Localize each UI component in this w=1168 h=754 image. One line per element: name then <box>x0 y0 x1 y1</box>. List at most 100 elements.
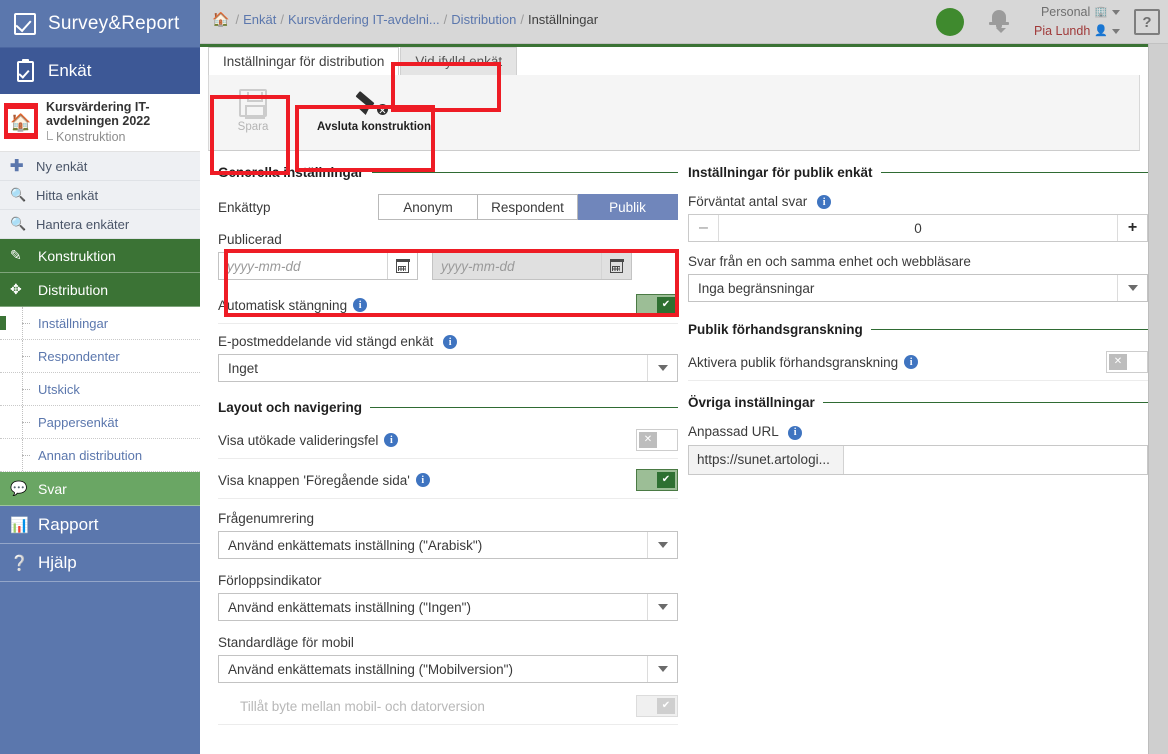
help-button[interactable]: ? <box>1134 9 1160 35</box>
app-logo[interactable]: Survey&Report <box>0 0 200 48</box>
info-icon[interactable]: i <box>443 335 458 350</box>
prev-button-label: Visa knappen 'Föregående sida' <box>218 472 410 488</box>
org-icon: 🏢 <box>1094 6 1108 18</box>
notifications-button[interactable] <box>984 2 1018 42</box>
chevron-down-icon[interactable] <box>647 532 677 559</box>
custom-url-group: Anpassad URL i https://sunet.artologi... <box>688 424 1148 475</box>
expected-answers-value[interactable]: 0 <box>719 215 1117 241</box>
home-icon[interactable]: 🏠 <box>4 105 38 139</box>
account-menu[interactable]: Pia Lundh 👤 <box>1034 22 1120 41</box>
avatar: 👤 <box>1094 25 1108 37</box>
sidebar-item-label: Utskick <box>38 381 80 397</box>
sidebar-item-konstruktion[interactable]: ✎ Konstruktion <box>0 239 200 273</box>
prev-button-toggle[interactable]: ✔ <box>636 469 678 492</box>
calendar-icon[interactable] <box>601 253 631 279</box>
chevron-down-icon <box>1112 10 1120 15</box>
pencil-cancel-icon: ✕ <box>355 89 391 117</box>
email-closed-label-wrap: E-postmeddelande vid stängd enkät i <box>218 334 678 350</box>
org-switcher[interactable]: Personal 🏢 <box>1041 3 1120 22</box>
sidebar-item-ny-enkat[interactable]: ✚ Ny enkät <box>0 152 200 181</box>
info-icon[interactable]: i <box>384 433 399 448</box>
published-to-input[interactable]: yyyy-mm-dd <box>433 253 601 279</box>
sidebar-item-label: Pappersenkät <box>38 414 119 430</box>
same-device-select[interactable]: Inga begränsningar <box>688 274 1148 303</box>
decrement-button[interactable]: – <box>689 215 719 242</box>
sidebar-section-enkat[interactable]: Enkät <box>0 48 200 94</box>
sidebar-item-annan-distribution[interactable]: Annan distribution <box>0 439 200 472</box>
info-icon[interactable]: i <box>353 298 368 312</box>
increment-button[interactable]: + <box>1117 215 1147 242</box>
chevron-down-icon[interactable] <box>647 656 677 683</box>
top-bar-actions: Personal 🏢 Pia Lundh 👤 ? <box>935 0 1160 44</box>
user-menu[interactable]: Personal 🏢 Pia Lundh 👤 <box>1034 3 1120 41</box>
breadcrumb-item-enkat[interactable]: Enkät <box>243 12 276 27</box>
breadcrumb-item-survey[interactable]: Kursvärdering IT-avdelni... <box>288 12 440 27</box>
mobile-mode-select[interactable]: Använd enkättemats inställning ("Mobilve… <box>218 655 678 684</box>
sidebar-item-rapport[interactable]: 📊 Rapport <box>0 506 200 544</box>
sidebar-item-label: Hjälp <box>38 552 77 572</box>
section-rule <box>822 402 1148 404</box>
top-bar: 🏠 / Enkät / Kursvärdering IT-avdelni... … <box>200 0 1168 44</box>
expected-answers-group: Förväntat antal svar i – 0 + <box>688 194 1148 243</box>
end-construction-button[interactable]: ✕ Avsluta konstruktion <box>301 78 447 144</box>
sidebar-item-respondenter[interactable]: Respondenter <box>0 340 200 373</box>
survey-type-respondent[interactable]: Respondent <box>478 194 578 220</box>
custom-url-prefix: https://sunet.artologi... <box>689 445 844 474</box>
section-title: Generella inställningar <box>218 165 364 180</box>
chevron-down-icon[interactable] <box>647 355 677 382</box>
section-header-publik: Inställningar för publik enkät <box>688 165 1148 180</box>
progress-indicator-select[interactable]: Använd enkättemats inställning ("Ingen") <box>218 593 678 622</box>
enable-preview-toggle[interactable]: ✕ <box>1106 351 1148 374</box>
green-status-dot[interactable] <box>935 8 964 36</box>
sidebar-item-hitta-enkat[interactable]: 🔍 Hitta enkät <box>0 181 200 210</box>
email-closed-select[interactable]: Inget <box>218 354 678 383</box>
user-name-label: Pia Lundh <box>1033 24 1091 38</box>
published-to-field[interactable]: yyyy-mm-dd <box>432 252 632 280</box>
sidebar-item-utskick[interactable]: Utskick <box>0 373 200 406</box>
share-icon: ✥ <box>10 281 22 297</box>
tab-installningar-for-distribution[interactable]: Inställningar för distribution <box>208 47 400 75</box>
section-title: Layout och navigering <box>218 400 363 416</box>
survey-type-anonym[interactable]: Anonym <box>378 194 478 220</box>
right-settings-column: Inställningar för publik enkät Förväntat… <box>688 165 1148 475</box>
info-icon[interactable]: i <box>788 425 803 440</box>
expected-answers-stepper[interactable]: – 0 + <box>688 214 1148 243</box>
email-closed-label: E-postmeddelande vid stängd enkät <box>218 334 434 349</box>
breadcrumb-item-distribution[interactable]: Distribution <box>451 12 516 27</box>
survey-type-buttongroup[interactable]: Anonym Respondent Publik <box>378 194 678 220</box>
sidebar-item-svar[interactable]: 💬 Svar <box>0 472 200 506</box>
calendar-icon[interactable] <box>387 253 417 279</box>
sidebar-item-hjalp[interactable]: ❔ Hjälp <box>0 544 200 582</box>
info-icon[interactable]: i <box>817 195 832 210</box>
current-survey[interactable]: 🏠 Kursvärdering IT-avdelningen 2022 Kons… <box>0 94 200 152</box>
info-icon[interactable]: i <box>904 355 919 370</box>
sidebar-item-pappersenkat[interactable]: Pappersenkät <box>0 406 200 439</box>
breadcrumb-separator: / <box>280 12 284 27</box>
vertical-scrollbar[interactable] <box>1148 44 1168 754</box>
progress-indicator-label: Förloppsindikator <box>218 573 322 589</box>
home-icon[interactable]: 🏠 <box>212 11 229 28</box>
custom-url-field[interactable]: https://sunet.artologi... <box>688 444 1148 475</box>
info-icon[interactable]: i <box>415 473 430 488</box>
published-from-field[interactable]: yyyy-mm-dd <box>218 252 418 280</box>
published-from-input[interactable]: yyyy-mm-dd <box>219 253 387 279</box>
question-numbering-select[interactable]: Använd enkättemats inställning ("Arabisk… <box>218 531 678 560</box>
chevron-down-icon[interactable] <box>1117 275 1147 302</box>
extended-validation-toggle[interactable]: ✕ <box>636 429 678 452</box>
sidebar-item-label: Distribution <box>38 281 109 298</box>
sidebar-item-hantera-enkater[interactable]: 🔍 Hantera enkäter <box>0 210 200 239</box>
tab-vid-ifylld-enkat[interactable]: Vid ifylld enkät <box>400 47 518 75</box>
sidebar-item-installningar[interactable]: Inställningar <box>0 307 200 340</box>
chevron-down-icon[interactable] <box>647 594 677 621</box>
survey-title: Kursvärdering IT-avdelningen 2022 <box>46 100 151 128</box>
auto-close-toggle[interactable]: ✔ <box>636 294 678 316</box>
sidebar-item-distribution[interactable]: ✥ Distribution <box>0 273 200 307</box>
save-button[interactable]: Spara <box>213 78 293 144</box>
custom-url-input[interactable] <box>844 445 1147 474</box>
breadcrumb-separator: / <box>520 12 524 27</box>
section-header-generella: Generella inställningar <box>218 165 678 180</box>
question-numbering-value: Använd enkättemats inställning ("Arabisk… <box>228 537 483 553</box>
survey-type-publik[interactable]: Publik <box>578 194 678 220</box>
auto-close-label: Automatisk stängning <box>218 297 348 313</box>
published-group: Publicerad yyyy-mm-dd yyyy-mm-dd <box>218 232 678 280</box>
